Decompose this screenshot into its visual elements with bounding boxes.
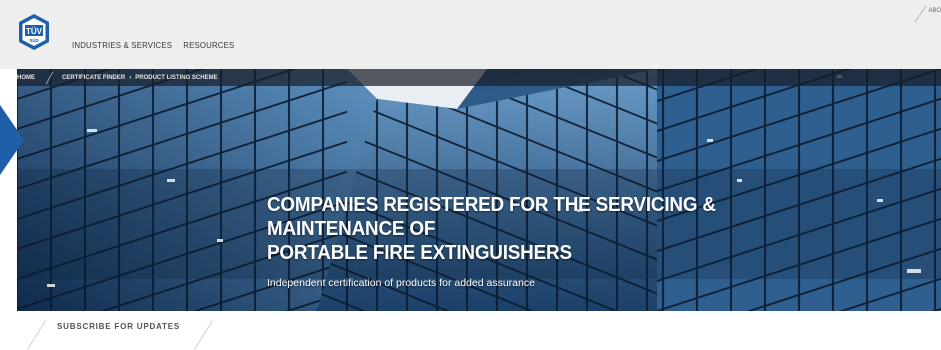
breadcrumb-product-listing-scheme[interactable]: PRODUCT LISTING SCHEME bbox=[135, 75, 217, 81]
breadcrumb: HOME CERTIFICATE FINDER › PRODUCT LISTIN… bbox=[17, 69, 941, 86]
main-nav: INDUSTRIES & SERVICES RESOURCES bbox=[72, 40, 234, 50]
hero-content: COMPANIES REGISTERED FOR THE SERVICING &… bbox=[267, 193, 907, 289]
page-subtitle: Independent certification of products fo… bbox=[267, 277, 535, 289]
page-title: COMPANIES REGISTERED FOR THE SERVICING &… bbox=[267, 193, 856, 265]
breadcrumb-divider bbox=[45, 71, 54, 84]
nav-resources[interactable]: RESOURCES bbox=[183, 40, 234, 50]
hero-banner: HOME CERTIFICATE FINDER › PRODUCT LISTIN… bbox=[17, 69, 941, 311]
breadcrumb-certificate-finder[interactable]: CERTIFICATE FINDER bbox=[62, 75, 125, 81]
divider bbox=[194, 320, 213, 350]
subscribe-link[interactable]: SUBSCRIBE FOR UPDATES bbox=[57, 321, 180, 331]
breadcrumb-home[interactable]: HOME bbox=[17, 75, 35, 81]
site-header: TÜV SÜD INDUSTRIES & SERVICES RESOURCES … bbox=[0, 0, 941, 69]
top-right-link[interactable]: ABO bbox=[928, 8, 941, 14]
logo-subtext: SÜD bbox=[29, 37, 39, 43]
chevron-right-icon: › bbox=[129, 74, 132, 81]
nav-industries-services[interactable]: INDUSTRIES & SERVICES bbox=[72, 40, 172, 50]
divider bbox=[914, 5, 927, 23]
page-title-line-2: PORTABLE FIRE EXTINGUISHERS bbox=[267, 241, 572, 264]
page-title-line-1: COMPANIES REGISTERED FOR THE SERVICING &… bbox=[267, 193, 716, 240]
divider bbox=[27, 320, 46, 350]
tuv-logo[interactable]: TÜV SÜD bbox=[17, 13, 51, 51]
carousel-arrow-icon[interactable] bbox=[0, 105, 24, 175]
logo-text: TÜV bbox=[26, 27, 43, 36]
